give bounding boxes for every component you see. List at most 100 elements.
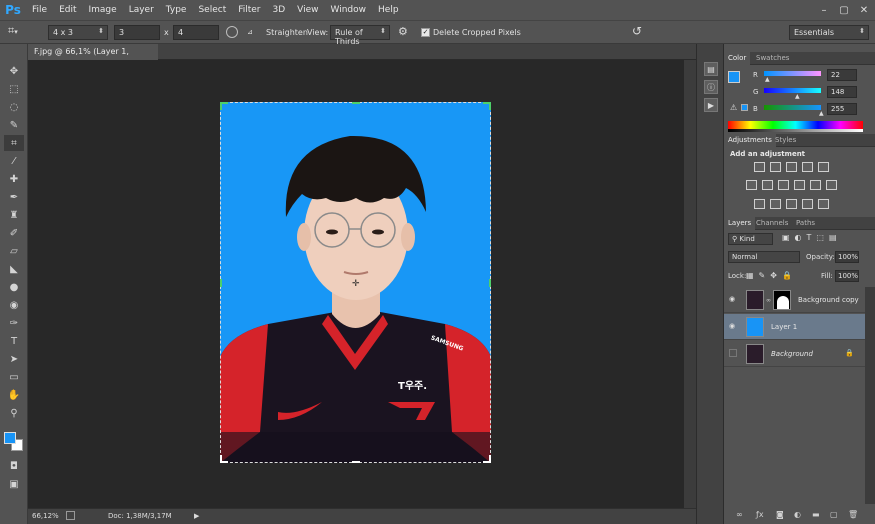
brightness-icon[interactable]	[754, 162, 765, 172]
reset-icon[interactable]: ↺	[632, 24, 646, 38]
menu-window[interactable]: Window	[325, 0, 373, 20]
paint-bucket-icon[interactable]: ◣	[4, 261, 24, 277]
layer-name[interactable]: Background copy	[798, 296, 859, 304]
menu-filter[interactable]: Filter	[232, 0, 266, 20]
layer-name[interactable]: Layer 1	[771, 323, 797, 331]
slider-r[interactable]	[764, 71, 821, 76]
foreground-color-swatch[interactable]	[4, 432, 16, 444]
tab-color[interactable]: Color	[724, 52, 751, 65]
tab-styles[interactable]: Styles	[771, 134, 800, 147]
crop-width-input[interactable]: 3	[114, 25, 160, 40]
hue-saturation-icon[interactable]	[746, 180, 757, 190]
link-layers-icon[interactable]: ∞	[736, 510, 746, 520]
menu-select[interactable]: Select	[192, 0, 232, 20]
layer-style-icon[interactable]: ƒx	[756, 510, 766, 520]
opacity-input[interactable]: 100%	[835, 251, 859, 263]
stamp-tool-icon[interactable]: ♜	[4, 207, 24, 223]
layer-row-background-copy[interactable]: ◉ ∞ Background copy	[724, 287, 865, 313]
crop-tool-icon[interactable]: ⌗	[4, 135, 24, 151]
shape-tool-icon[interactable]: ▭	[4, 369, 24, 385]
status-info-icon[interactable]	[66, 511, 75, 520]
lasso-tool-icon[interactable]: ◌	[4, 99, 24, 115]
lock-options-icons[interactable]: ▦✎✥🔒	[746, 271, 797, 280]
new-group-icon[interactable]: ▬	[812, 510, 822, 520]
eraser-tool-icon[interactable]: ▱	[4, 243, 24, 259]
crop-tool-preset-icon[interactable]: ⌗▾	[8, 24, 32, 39]
type-tool-icon[interactable]: T	[4, 333, 24, 349]
color-fg-swatch[interactable]	[728, 71, 740, 83]
minimize-icon[interactable]: –	[815, 0, 833, 20]
layer-filter-icons[interactable]: ▣◐T⬚▤	[782, 233, 867, 245]
zoom-level[interactable]: 66,12%	[32, 512, 59, 520]
eye-icon[interactable]: ◉	[729, 295, 739, 304]
tab-adjustments[interactable]: Adjustments	[724, 134, 776, 147]
actions-panel-icon[interactable]: ▶	[704, 98, 718, 112]
color-lookup-icon[interactable]	[826, 180, 837, 190]
layer-row-background[interactable]: Background 🔒	[724, 341, 865, 367]
fill-input[interactable]: 100%	[835, 270, 859, 282]
clear-rotate-icon[interactable]	[226, 26, 238, 38]
vertical-scrollbar[interactable]	[684, 60, 696, 508]
visibility-off-box[interactable]	[729, 349, 737, 357]
slider-g[interactable]	[764, 88, 821, 93]
pen-tool-icon[interactable]: ✑	[4, 315, 24, 331]
quick-mask-icon[interactable]: ◘	[4, 458, 24, 474]
crop-ratio-select[interactable]: 4 x 3 ⬍	[48, 25, 108, 40]
menu-image[interactable]: Image	[83, 0, 123, 20]
menu-type[interactable]: Type	[160, 0, 193, 20]
selective-color-icon[interactable]	[818, 199, 829, 209]
menu-layer[interactable]: Layer	[123, 0, 160, 20]
gear-icon[interactable]: ⚙	[398, 26, 410, 38]
slider-b-thumb[interactable]: ▲	[819, 110, 824, 117]
quick-select-tool-icon[interactable]: ✎	[4, 117, 24, 133]
color-balance-icon[interactable]	[762, 180, 773, 190]
layer-row-layer-1[interactable]: ◉ Layer 1	[724, 314, 865, 340]
blur-tool-icon[interactable]: ●	[4, 279, 24, 295]
delete-cropped-checkbox[interactable]: ✓	[421, 28, 430, 37]
adjustment-layer-icon[interactable]: ◐	[794, 510, 804, 520]
dodge-tool-icon[interactable]: ◉	[4, 297, 24, 313]
tab-channels[interactable]: Channels	[752, 217, 792, 230]
menu-file[interactable]: File	[26, 0, 53, 20]
screen-mode-icon[interactable]: ▣	[4, 476, 24, 492]
healing-tool-icon[interactable]: ✚	[4, 171, 24, 187]
tab-paths[interactable]: Paths	[792, 217, 819, 230]
slider-g-thumb[interactable]: ▲	[795, 93, 800, 100]
document-image[interactable]: T우주. SAMSUNG	[220, 102, 491, 463]
grayscale-bar[interactable]	[728, 129, 863, 132]
slider-b[interactable]	[764, 105, 821, 110]
vibrance-icon[interactable]	[818, 162, 829, 172]
overlay-view-select[interactable]: Rule of Thirds ⬍	[330, 25, 390, 46]
input-g[interactable]: 148	[827, 86, 857, 98]
marquee-tool-icon[interactable]: ⬚	[4, 81, 24, 97]
status-menu-arrow-icon[interactable]: ▶	[194, 512, 199, 520]
layer-name[interactable]: Background	[771, 350, 813, 358]
history-brush-icon[interactable]: ✐	[4, 225, 24, 241]
web-safe-swatch[interactable]	[741, 104, 748, 111]
eye-icon[interactable]: ◉	[729, 322, 739, 331]
document-tab[interactable]: F.jpg @ 66,1% (Layer 1, RGB/8) *×	[28, 44, 158, 72]
posterize-icon[interactable]	[770, 199, 781, 209]
add-mask-icon[interactable]: ◙	[776, 510, 786, 520]
menu-view[interactable]: View	[291, 0, 324, 20]
zoom-tool-icon[interactable]: ⚲	[4, 405, 24, 421]
levels-icon[interactable]	[770, 162, 781, 172]
color-spectrum-bar[interactable]	[728, 121, 863, 129]
layer-mask-thumbnail[interactable]	[773, 290, 791, 310]
straighten-icon[interactable]: ⊿	[247, 28, 258, 37]
menu-3d[interactable]: 3D	[267, 0, 292, 20]
menu-edit[interactable]: Edit	[53, 0, 82, 20]
input-r[interactable]: 22	[827, 69, 857, 81]
brush-tool-icon[interactable]: ✒	[4, 189, 24, 205]
input-b[interactable]: 255	[827, 103, 857, 115]
move-tool-icon[interactable]: ✥	[4, 63, 24, 79]
channel-mixer-icon[interactable]	[810, 180, 821, 190]
delete-cropped-label[interactable]: Delete Cropped Pixels	[433, 28, 521, 37]
threshold-icon[interactable]	[786, 199, 797, 209]
history-panel-icon[interactable]: ▤	[704, 62, 718, 76]
straighten-label[interactable]: Straighten	[266, 28, 308, 37]
tab-swatches[interactable]: Swatches	[752, 52, 793, 65]
blend-mode-select[interactable]: Normal	[728, 251, 800, 263]
photo-filter-icon[interactable]	[794, 180, 805, 190]
crop-height-input[interactable]: 4	[173, 25, 219, 40]
